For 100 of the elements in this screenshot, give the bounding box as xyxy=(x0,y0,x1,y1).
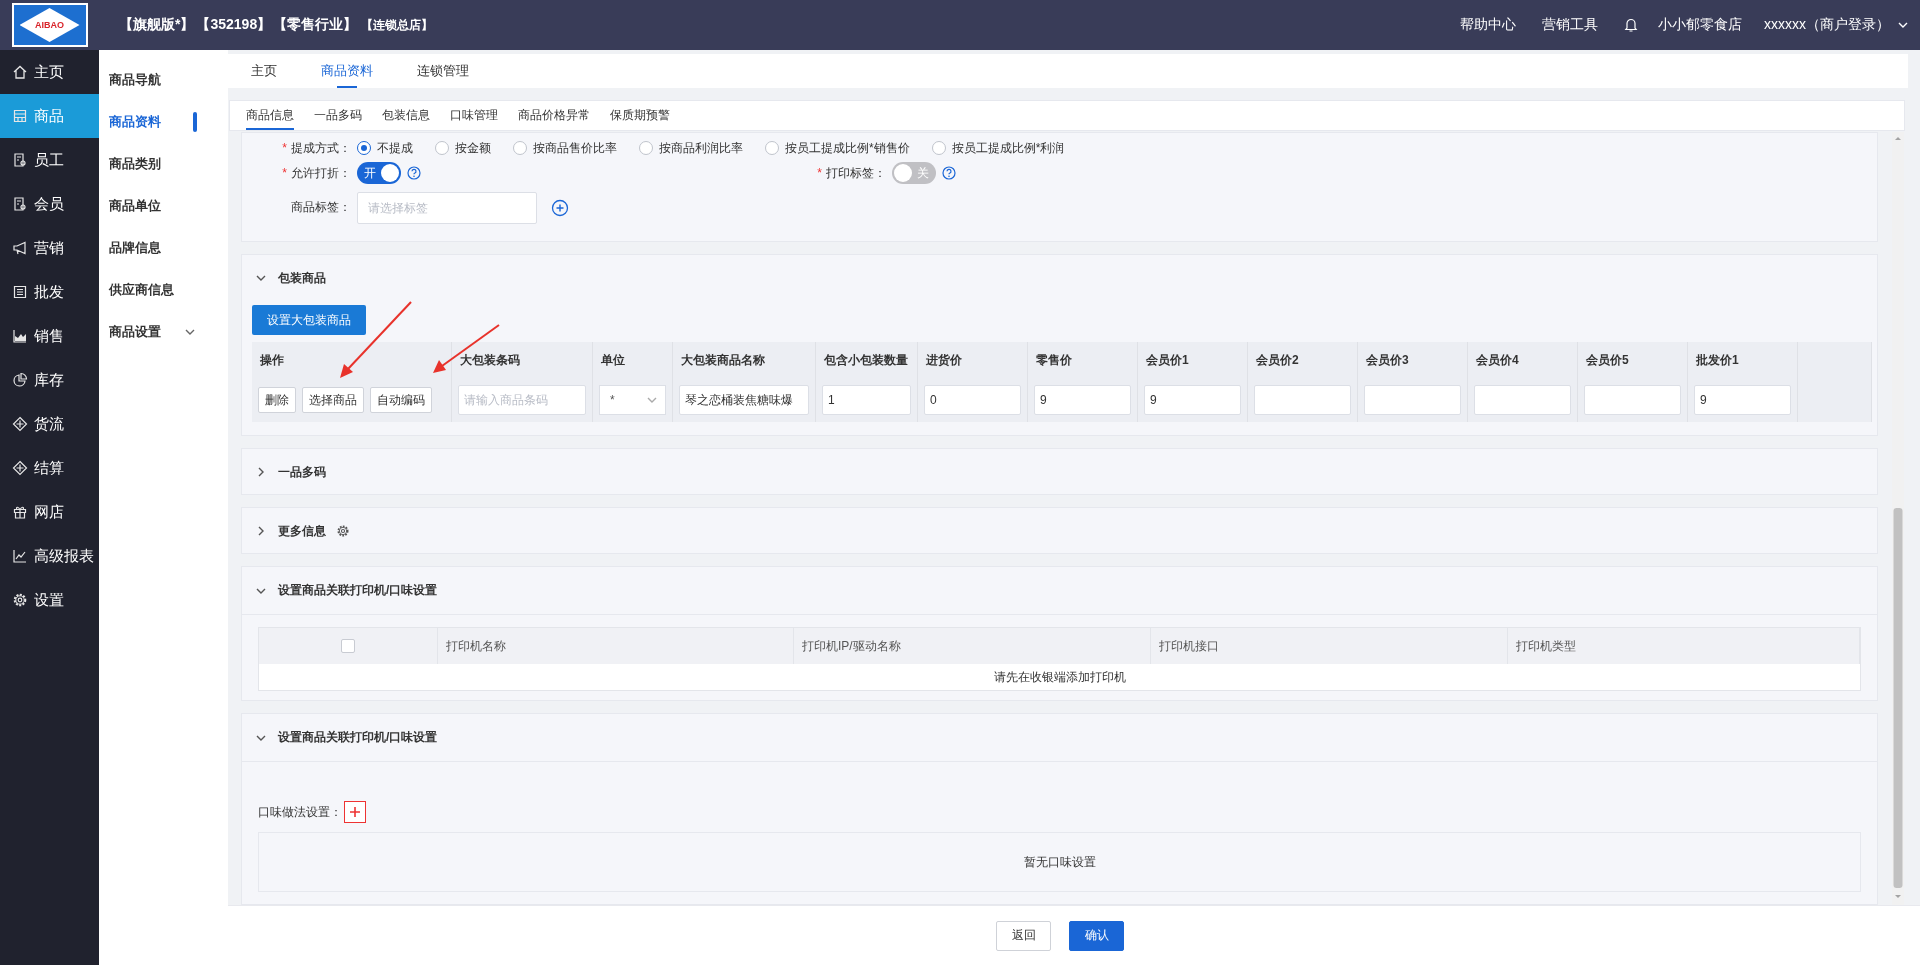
section-title: 设置商品关联打印机/口味设置 xyxy=(278,582,438,599)
select-field[interactable]: * xyxy=(599,385,666,415)
subnav-item[interactable]: 供应商信息 xyxy=(99,269,228,311)
nav-item[interactable]: 营销 xyxy=(0,226,99,270)
subnav-item[interactable]: 商品单位 xyxy=(99,185,228,227)
pie-chart-icon xyxy=(12,372,28,388)
radio-option[interactable]: 按员工提成比例*销售价 xyxy=(765,139,910,157)
input-field[interactable]: 9 xyxy=(1034,385,1131,415)
radio-option[interactable]: 按金额 xyxy=(435,139,491,157)
nav-item[interactable]: 设置 xyxy=(0,578,99,622)
column-header: 会员价5 xyxy=(1578,342,1688,378)
subnav-item[interactable]: 商品资料 xyxy=(99,101,228,143)
column-header: 单位 xyxy=(593,342,673,378)
column-header: 会员价1 xyxy=(1138,342,1248,378)
column-header: 打印机名称 xyxy=(438,628,794,664)
column-header: 大包装条码 xyxy=(452,342,593,378)
input-field[interactable] xyxy=(1364,385,1461,415)
settings-icon xyxy=(12,592,28,608)
input-field[interactable]: 1 xyxy=(822,385,911,415)
radio-option[interactable]: 按员工提成比例*利润 xyxy=(931,139,1065,157)
action-button[interactable]: 选择商品 xyxy=(302,387,364,413)
settings-icon[interactable] xyxy=(336,524,350,538)
empty-message: 请先在收银端添加打印机 xyxy=(993,668,1126,686)
nav-item[interactable]: 库存 xyxy=(0,358,99,402)
id-card-icon xyxy=(12,196,28,212)
column-header: 打印机类型 xyxy=(1508,628,1860,664)
field-label: 口味做法设置： xyxy=(258,803,342,821)
radio-option[interactable]: 不提成 xyxy=(357,139,413,157)
store-name[interactable]: 小小郁零食店 xyxy=(1658,16,1742,34)
add-button[interactable] xyxy=(344,801,366,823)
tab[interactable]: 口味管理 xyxy=(442,101,506,130)
back-button[interactable]: 返回 xyxy=(996,920,1051,951)
nav-item[interactable]: 货流 xyxy=(0,402,99,446)
nav-item[interactable]: 高级报表 xyxy=(0,534,99,578)
subnav-item[interactable]: 商品导航 xyxy=(99,59,228,101)
nav-item[interactable]: 会员 xyxy=(0,182,99,226)
section-title: 设置商品关联打印机/口味设置 xyxy=(278,729,438,746)
column-header: 打印机IP/驱动名称 xyxy=(794,628,1151,664)
tab[interactable]: 包装信息 xyxy=(374,101,438,130)
header-link[interactable]: 营销工具 xyxy=(1542,16,1598,34)
input-field[interactable] xyxy=(1474,385,1571,415)
add-icon[interactable] xyxy=(551,198,569,217)
tag-select-field[interactable]: 请选择标签 xyxy=(357,191,537,224)
tab[interactable]: 保质期预警 xyxy=(602,101,678,130)
nav-item[interactable]: 主页 xyxy=(0,50,99,94)
nav-item[interactable]: 网店 xyxy=(0,490,99,534)
header-link[interactable]: 帮助中心 xyxy=(1460,16,1516,34)
store-icon xyxy=(12,108,28,124)
radio-option[interactable]: 按商品利润比率 xyxy=(639,139,743,157)
tab[interactable]: 主页 xyxy=(229,54,299,88)
input-field[interactable] xyxy=(1254,385,1351,415)
subnav-item[interactable]: 品牌信息 xyxy=(99,227,228,269)
input-field[interactable] xyxy=(1584,385,1681,415)
tab[interactable]: 商品资料 xyxy=(299,54,395,88)
gift-icon xyxy=(12,504,28,520)
empty-message: 暂无口味设置 xyxy=(1023,853,1096,871)
nav-item[interactable]: 销售 xyxy=(0,314,99,358)
id-card-icon xyxy=(12,152,28,168)
tab[interactable]: 商品价格异常 xyxy=(510,101,598,130)
action-button[interactable]: 删除 xyxy=(258,387,296,413)
tab[interactable]: 一品多码 xyxy=(306,101,370,130)
radio-option[interactable]: 按商品售价比率 xyxy=(513,139,617,157)
column-header: 进货价 xyxy=(918,342,1028,378)
input-field[interactable]: 琴之恋桶装焦糖味爆 xyxy=(679,385,809,415)
action-button[interactable]: 自动编码 xyxy=(370,387,432,413)
column-header: 零售价 xyxy=(1028,342,1138,378)
confirm-button[interactable]: 确认 xyxy=(1069,920,1124,951)
help-icon[interactable] xyxy=(942,166,956,180)
checkbox[interactable] xyxy=(341,639,355,653)
help-icon[interactable] xyxy=(407,166,421,180)
column-header: 大包装商品名称 xyxy=(673,342,816,378)
set-package-button[interactable]: 设置大包装商品 xyxy=(252,305,366,335)
field-label: 商品标签： xyxy=(291,200,351,214)
plus-icon xyxy=(349,806,361,818)
field-label: * 打印标签： xyxy=(817,165,886,180)
input-field[interactable]: 9 xyxy=(1144,385,1241,415)
header-label: 【连锁总店】 xyxy=(361,16,434,34)
column-header: 会员价2 xyxy=(1248,342,1358,378)
field-label: * 提成方式： xyxy=(282,140,351,155)
nav-item[interactable]: 员工 xyxy=(0,138,99,182)
input-field[interactable]: 请输入商品条码 xyxy=(458,385,586,415)
bell-icon[interactable] xyxy=(1624,17,1638,33)
section-title: 一品多码 xyxy=(278,463,326,481)
nav-item[interactable]: 批发 xyxy=(0,270,99,314)
logo[interactable]: AIBAO xyxy=(11,3,88,47)
tab[interactable]: 连锁管理 xyxy=(395,54,491,88)
nav-item[interactable]: 结算 xyxy=(0,446,99,490)
subnav-item[interactable]: 商品设置 xyxy=(99,311,228,353)
subnav-item[interactable]: 商品类别 xyxy=(99,143,228,185)
input-field[interactable]: 9 xyxy=(1694,385,1791,415)
area-chart-icon xyxy=(12,328,28,344)
toggle-switch[interactable]: 开 xyxy=(357,162,401,184)
column-header: 会员价3 xyxy=(1358,342,1468,378)
tab[interactable]: 商品信息 xyxy=(238,101,302,130)
column-header: 会员价4 xyxy=(1468,342,1578,378)
section-title: 包装商品 xyxy=(278,269,326,287)
column-header: 打印机接口 xyxy=(1151,628,1508,664)
account-menu[interactable]: xxxxxx（商户登录） xyxy=(1764,16,1910,34)
list-icon xyxy=(12,284,28,300)
input-field[interactable]: 0 xyxy=(924,385,1021,415)
